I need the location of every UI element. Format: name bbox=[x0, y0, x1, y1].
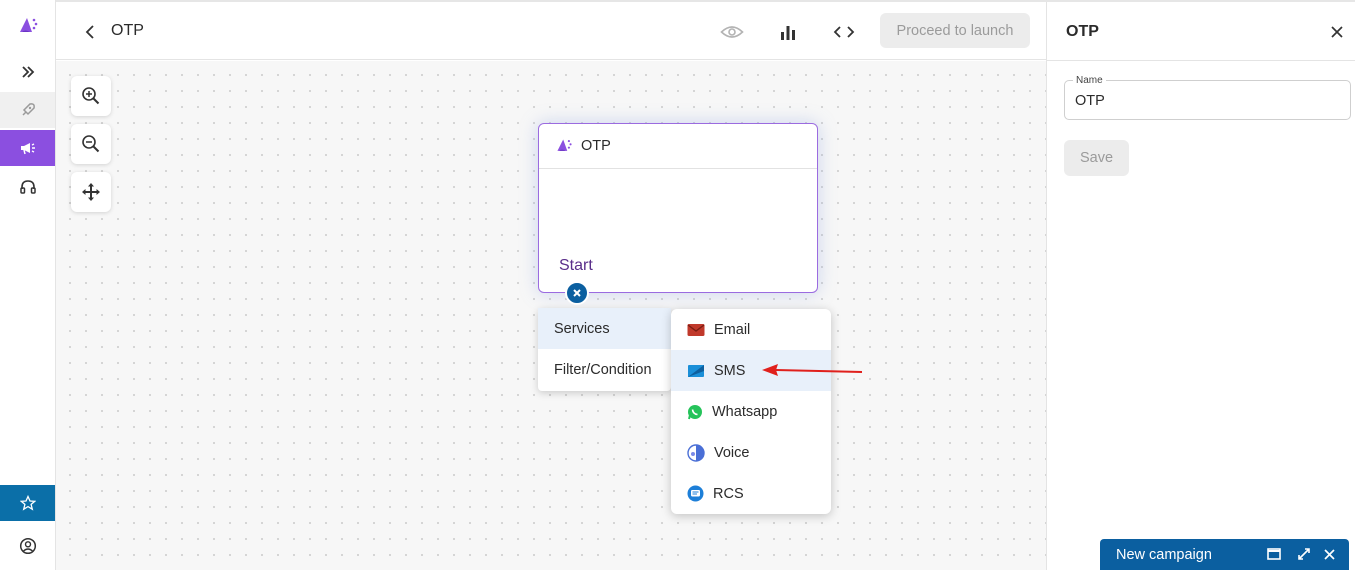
new-campaign-bar[interactable]: New campaign bbox=[1100, 539, 1349, 570]
menu-item-filter-condition[interactable]: Filter/Condition bbox=[538, 349, 671, 390]
megaphone-logo-icon[interactable] bbox=[0, 8, 55, 44]
code-icon bbox=[833, 25, 855, 39]
page-title: OTP bbox=[111, 22, 144, 39]
close-icon bbox=[1330, 25, 1344, 39]
panel-close-button[interactable] bbox=[1327, 22, 1347, 42]
analytics-button[interactable] bbox=[775, 19, 801, 45]
add-step-menu: Services Filter/Condition bbox=[538, 308, 671, 391]
zoom-in-button[interactable] bbox=[71, 76, 111, 116]
megaphone-logo-icon bbox=[555, 137, 573, 155]
double-chevron-right-icon[interactable] bbox=[0, 54, 55, 90]
rocket-icon[interactable] bbox=[0, 92, 55, 128]
save-button[interactable]: Save bbox=[1064, 140, 1129, 176]
back-button[interactable] bbox=[78, 20, 102, 44]
submenu-item-rcs[interactable]: RCS bbox=[671, 473, 831, 514]
menu-item-services[interactable]: Services bbox=[538, 308, 671, 349]
submenu-item-label: SMS bbox=[714, 362, 746, 379]
preview-button[interactable] bbox=[719, 19, 745, 45]
panel-divider bbox=[1047, 60, 1355, 61]
whatsapp-icon bbox=[687, 404, 703, 420]
campaign-bar-label: New campaign bbox=[1116, 546, 1212, 563]
close-icon bbox=[572, 288, 582, 298]
expand-icon[interactable] bbox=[1296, 546, 1312, 562]
submenu-item-label: Whatsapp bbox=[712, 403, 778, 420]
rcs-icon bbox=[687, 485, 704, 502]
sms-icon bbox=[687, 364, 705, 378]
submenu-item-label: Email bbox=[714, 321, 751, 338]
close-icon[interactable] bbox=[1321, 546, 1337, 562]
submenu-item-email[interactable]: Email bbox=[671, 309, 831, 350]
start-node[interactable]: OTP Start bbox=[538, 123, 818, 293]
node-title: OTP bbox=[581, 138, 611, 154]
name-label: Name bbox=[1073, 75, 1106, 86]
left-sidebar bbox=[0, 0, 56, 570]
code-button[interactable] bbox=[831, 19, 857, 45]
bar-chart-icon bbox=[779, 23, 797, 41]
submenu-item-label: RCS bbox=[713, 485, 744, 502]
headset-icon[interactable] bbox=[0, 169, 55, 205]
megaphone-icon[interactable] bbox=[0, 130, 55, 166]
zoom-in-icon bbox=[81, 86, 101, 106]
submenu-item-whatsapp[interactable]: Whatsapp bbox=[671, 391, 831, 432]
user-circle-icon[interactable] bbox=[0, 528, 55, 564]
zoom-out-button[interactable] bbox=[71, 124, 111, 164]
node-close-button[interactable] bbox=[565, 281, 589, 305]
properties-panel: OTP Name Save bbox=[1046, 2, 1355, 570]
zoom-out-icon bbox=[81, 134, 101, 154]
top-header: OTP Proceed to launch bbox=[56, 2, 1046, 60]
annotation-arrow bbox=[762, 364, 863, 376]
proceed-to-launch-button[interactable]: Proceed to launch bbox=[880, 13, 1030, 48]
pan-button[interactable] bbox=[71, 172, 111, 212]
flow-canvas[interactable]: OTP Start Services Filter/Condition Emai… bbox=[56, 61, 1046, 570]
move-icon bbox=[80, 181, 102, 203]
node-header: OTP bbox=[539, 124, 817, 169]
submenu-item-voice[interactable]: Voice bbox=[671, 432, 831, 473]
submenu-item-label: Voice bbox=[714, 444, 750, 461]
eye-icon bbox=[720, 24, 744, 40]
panel-title: OTP bbox=[1066, 23, 1099, 40]
email-icon bbox=[687, 323, 705, 337]
services-submenu: Email SMS Whatsapp Voice RCS bbox=[671, 309, 831, 514]
voice-icon bbox=[687, 443, 705, 462]
minimize-icon[interactable] bbox=[1266, 546, 1282, 562]
chevron-left-icon bbox=[84, 25, 96, 39]
name-field: Name bbox=[1064, 75, 1351, 120]
node-start-label: Start bbox=[559, 257, 593, 274]
star-icon[interactable] bbox=[0, 485, 55, 521]
name-input[interactable] bbox=[1075, 93, 1335, 109]
